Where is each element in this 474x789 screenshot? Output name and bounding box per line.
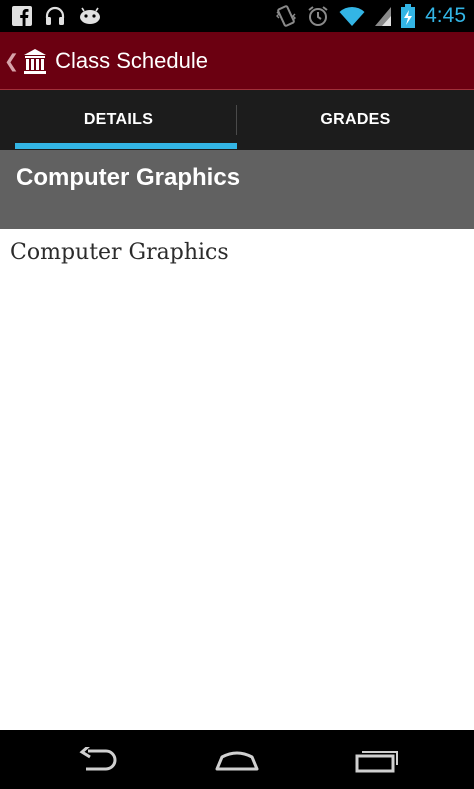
home-button[interactable]	[207, 742, 267, 778]
up-caret-icon[interactable]: ❮	[4, 32, 19, 90]
status-clock: 4:45	[425, 4, 466, 27]
wifi-icon	[339, 6, 365, 27]
building-icon[interactable]	[23, 48, 47, 74]
status-bar: 4:45	[0, 0, 474, 32]
recent-apps-button[interactable]	[346, 742, 406, 778]
android-icon	[80, 7, 100, 24]
course-header-title: Computer Graphics	[16, 164, 241, 191]
screen: 4:45 ❮ Class Schedule DETAILS GRADES Com…	[0, 0, 474, 789]
tab-selected-indicator	[15, 143, 237, 149]
facebook-icon	[12, 6, 32, 26]
back-icon	[79, 747, 117, 771]
tab-bar: DETAILS GRADES	[0, 90, 474, 150]
battery-charging-icon	[401, 4, 416, 28]
tab-grades[interactable]: GRADES	[237, 90, 474, 150]
course-header: Computer Graphics	[0, 150, 474, 229]
action-bar[interactable]: ❮ Class Schedule	[0, 32, 474, 90]
tab-details[interactable]: DETAILS	[0, 90, 237, 150]
home-icon	[215, 751, 259, 771]
headset-icon	[45, 6, 65, 25]
navigation-bar	[0, 730, 474, 789]
alarm-icon	[308, 6, 328, 26]
notification-icons	[12, 5, 102, 27]
system-icons: 4:45	[275, 3, 466, 29]
course-body-title: Computer Graphics	[10, 240, 229, 265]
signal-icon	[375, 7, 392, 26]
app-title: Class Schedule	[55, 47, 208, 73]
recent-apps-icon	[355, 751, 398, 773]
back-button[interactable]	[68, 742, 128, 778]
vibrate-icon	[276, 5, 297, 27]
